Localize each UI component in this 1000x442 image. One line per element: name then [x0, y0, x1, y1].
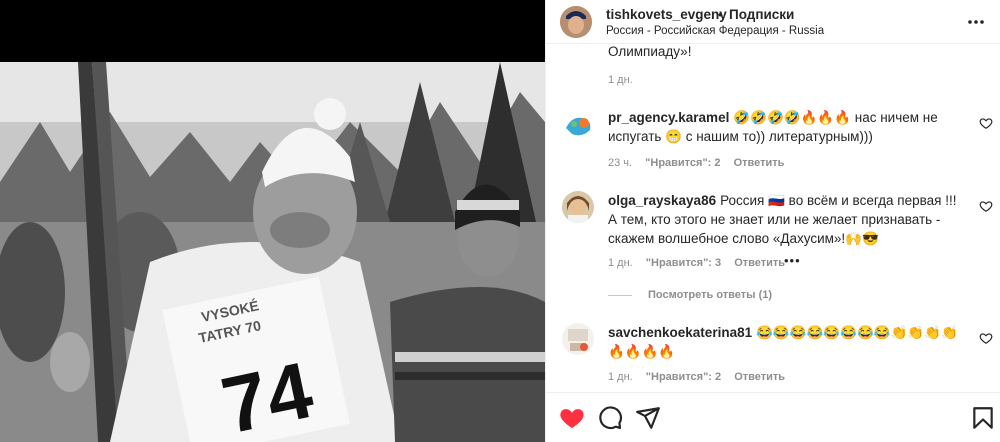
comment-avatar[interactable] — [562, 108, 594, 140]
more-options-icon[interactable] — [966, 12, 986, 32]
comments-list[interactable]: Олимпиаду»! 1 дн. pr_agency.karamel 🤣🤣🤣🤣🔥… — [546, 45, 1000, 392]
following-button[interactable]: Подписки — [729, 7, 794, 22]
bookmark-icon[interactable] — [970, 405, 996, 431]
post-location[interactable]: Россия - Российская Федерация - Russia — [606, 25, 824, 37]
comment-likes-count[interactable]: "Нравится": 3 — [646, 257, 721, 269]
comment-item: pr_agency.karamel 🤣🤣🤣🤣🔥🔥🔥 нас ничем не ис… — [608, 108, 968, 146]
share-icon[interactable] — [635, 405, 661, 431]
author-avatar[interactable] — [560, 6, 592, 38]
reply-button[interactable]: Ответить — [734, 157, 785, 169]
previous-comment-meta: 1 дн. — [608, 74, 643, 86]
view-replies-button[interactable]: Посмотреть ответы (1) — [608, 289, 772, 301]
comment-item: savchenkoekaterina81 😂😂😂😂😂😂😂😂👏👏👏👏🔥🔥🔥🔥 — [608, 323, 968, 361]
comment-avatar[interactable] — [562, 323, 594, 355]
post-media: VYSOKÉ TATRY 70 74 — [0, 0, 545, 442]
post-photo: VYSOKÉ TATRY 70 74 — [0, 62, 545, 442]
comment-time[interactable]: 1 дн. — [608, 74, 633, 86]
author-username[interactable]: tishkovets_evgeny — [606, 7, 727, 22]
comment-item: olga_rayskaya86 Россия 🇷🇺 во всём и всегд… — [608, 191, 968, 248]
header-separator: • — [718, 7, 723, 22]
comment-like-icon[interactable] — [979, 116, 993, 130]
post-header: tishkovets_evgeny • Подписки Россия - Ро… — [546, 0, 1000, 44]
comment-likes-count[interactable]: "Нравится": 2 — [646, 371, 721, 383]
reply-button[interactable]: Ответить — [734, 371, 785, 383]
comment-time[interactable]: 1 дн. — [608, 257, 633, 269]
view-replies-label[interactable]: Посмотреть ответы (1) — [648, 289, 772, 301]
comment-likes-count[interactable]: "Нравится": 2 — [645, 157, 720, 169]
comment-username[interactable]: pr_agency.karamel — [608, 110, 729, 125]
comment-like-icon[interactable] — [979, 331, 993, 345]
comment-meta: 1 дн. "Нравится": 3 Ответить — [608, 257, 795, 269]
comment-options-icon[interactable]: ••• — [784, 253, 801, 268]
post-actions-bar — [546, 392, 1000, 442]
comment-username[interactable]: olga_rayskaya86 — [608, 193, 716, 208]
comment-meta: 1 дн. "Нравится": 2 Ответить — [608, 371, 795, 383]
comment-time[interactable]: 1 дн. — [608, 371, 633, 383]
photo-illustration: VYSOKÉ TATRY 70 74 — [0, 62, 545, 442]
replies-divider — [608, 294, 632, 296]
comment-avatar[interactable] — [562, 191, 594, 223]
comment-icon[interactable] — [597, 405, 623, 431]
heart-filled-icon[interactable] — [559, 405, 585, 431]
reply-button[interactable]: Ответить — [734, 257, 785, 269]
comment-like-icon[interactable] — [979, 199, 993, 213]
comment-username[interactable]: savchenkoekaterina81 — [608, 325, 752, 340]
comment-meta: 23 ч. "Нравится": 2 Ответить — [608, 157, 794, 169]
comment-time[interactable]: 23 ч. — [608, 157, 632, 169]
post-side-panel: tishkovets_evgeny • Подписки Россия - Ро… — [545, 0, 1000, 442]
previous-comment-text: Олимпиаду»! — [608, 45, 692, 59]
